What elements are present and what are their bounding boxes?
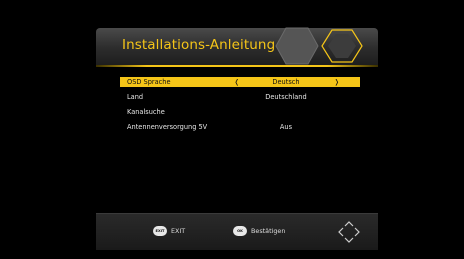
menu-row-value: Deutsch (272, 78, 300, 86)
menu-row-label: Land (127, 93, 144, 101)
menu-row-channel-search[interactable]: Kanalsuche (120, 107, 360, 117)
arrow-right-icon[interactable]: ❭ (334, 77, 340, 87)
menu-row-country[interactable]: Land Deutschland (120, 92, 360, 102)
menu-row-antenna-power[interactable]: Antennenversorgung 5V Aus (120, 122, 360, 132)
ok-key-icon: OK (233, 226, 247, 236)
footer-bar: EXIT EXIT OK Bestätigen (96, 213, 378, 250)
menu-row-label: Antennenversorgung 5V (127, 123, 208, 131)
tv-screen: Installations-Anleitung OSD Sprache ❬ De… (0, 0, 464, 259)
exit-label: EXIT (171, 227, 186, 235)
title-underline (96, 65, 378, 67)
menu-row-value: Deutschland (265, 93, 307, 101)
confirm-label: Bestätigen (251, 227, 286, 235)
navigation-arrows-icon (338, 221, 360, 243)
settings-menu: OSD Sprache ❬ Deutsch ❭ Land Deutschland… (120, 77, 360, 137)
exit-button[interactable]: EXIT EXIT (153, 225, 185, 237)
menu-row-osd-language[interactable]: OSD Sprache ❬ Deutsch ❭ (120, 77, 360, 87)
menu-row-value: Aus (279, 123, 293, 131)
page-title: Installations-Anleitung (122, 37, 276, 53)
menu-row-label: OSD Sprache (127, 78, 171, 86)
menu-row-label: Kanalsuche (127, 108, 165, 116)
exit-key-icon: EXIT (153, 226, 167, 236)
confirm-button[interactable]: OK Bestätigen (233, 225, 285, 237)
hexagon-decoration-icon (275, 27, 363, 65)
